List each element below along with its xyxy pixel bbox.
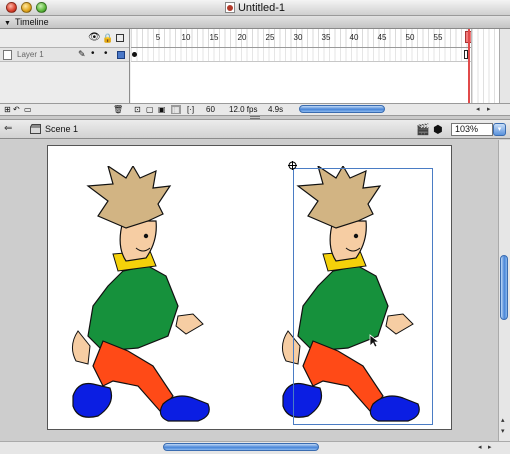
scroll-right-icon[interactable]: ▸ <box>488 443 492 451</box>
onion-skin-icon[interactable]: ▢ <box>146 105 154 114</box>
ruler-tick: 50 <box>405 33 415 42</box>
stage-vertical-scrollbar[interactable]: ▴ ▾ <box>498 140 510 441</box>
ruler-tick: 5 <box>155 33 161 42</box>
current-frame: 60 <box>206 105 215 114</box>
window-title: Untitled-1 <box>237 2 286 14</box>
boy-drawing <box>72 166 210 422</box>
timeline-panel-title: Timeline <box>14 17 49 27</box>
visibility-dot-icon[interactable]: • <box>91 48 95 59</box>
back-arrow-icon[interactable]: ⇐ <box>4 123 12 134</box>
trash-icon[interactable]: 🗑 <box>113 105 123 114</box>
lock-dot-icon[interactable]: • <box>104 48 108 59</box>
ruler-tick: 45 <box>377 33 387 42</box>
ruler-tick: 40 <box>349 33 359 42</box>
layer-frames-row[interactable] <box>131 48 471 62</box>
scene-label: Scene 1 <box>45 124 79 134</box>
frame-rate: 12.0 fps <box>229 105 258 114</box>
flash-document-icon <box>224 2 235 13</box>
edit-scene-icon[interactable]: 🎬 <box>416 123 430 136</box>
timeline-vertical-scrollbar[interactable] <box>499 29 510 103</box>
timeline-status-bar: ⊞ ↶ ▭ 🗑 ⊡ ▢ ▣ ▦ [·] 60 12.0 fps 4.9s ◂ ▸ <box>0 103 510 115</box>
insert-layer-icon[interactable]: ⊞ <box>4 105 11 114</box>
stage[interactable] <box>47 145 452 430</box>
ruler-tick: 55 <box>433 33 443 42</box>
window-title-wrap: Untitled-1 <box>0 2 510 14</box>
scroll-left-icon[interactable]: ◂ <box>478 443 482 451</box>
layers-header: 👁 🔒 <box>0 29 129 48</box>
elapsed-time: 4.9s <box>268 105 284 114</box>
zoom-field[interactable]: 103% <box>451 123 493 136</box>
pencil-icon: ✎ <box>78 49 86 59</box>
layer-outline-color-icon[interactable] <box>117 51 125 59</box>
add-motion-guide-icon[interactable]: ↶ <box>13 105 20 114</box>
frame-ruler[interactable]: 5 10 15 20 25 30 35 40 45 50 55 <box>131 29 471 48</box>
scroll-down-icon[interactable]: ▾ <box>501 427 505 435</box>
eye-icon[interactable]: 👁 <box>88 33 101 43</box>
scene-clapper-icon <box>30 124 41 134</box>
zoom-dropdown-button[interactable]: ▾ <box>493 123 506 136</box>
lock-icon[interactable]: 🔒 <box>102 33 113 43</box>
ruler-tick: 15 <box>209 33 219 42</box>
edit-bar: ⇐ Scene 1 🎬 ⬢ 103% ▾ <box>0 120 510 139</box>
edit-symbols-icon[interactable]: ⬢ <box>433 123 443 136</box>
stage-horizontal-scroll-thumb[interactable] <box>163 443 319 451</box>
layer-name[interactable]: Layer 1 <box>17 50 44 59</box>
registration-point-icon[interactable] <box>288 161 297 170</box>
ruler-tick: 10 <box>181 33 191 42</box>
keyframe-start[interactable] <box>132 52 137 57</box>
stage-vertical-scroll-thumb[interactable] <box>500 255 508 320</box>
layers-column: 👁 🔒 Layer 1 ✎ • • <box>0 29 130 103</box>
insert-folder-icon[interactable]: ▭ <box>24 105 32 114</box>
arrow-cursor-icon <box>369 334 381 348</box>
edit-multiple-frames-icon[interactable]: ▦ <box>171 105 181 114</box>
timeline-horizontal-scroll-thumb[interactable] <box>299 105 385 113</box>
playhead-line <box>468 29 470 103</box>
splitter-grip[interactable] <box>250 116 260 119</box>
ruler-tick: 35 <box>321 33 331 42</box>
onion-outlines-icon[interactable]: ▣ <box>158 105 166 114</box>
window-titlebar: Untitled-1 <box>0 0 510 16</box>
ruler-tick: 20 <box>237 33 247 42</box>
stage-horizontal-scrollbar[interactable]: ◂ ▸ <box>0 441 510 454</box>
frames-overflow-area[interactable] <box>471 29 499 103</box>
selection-bounding-box[interactable] <box>293 168 433 425</box>
stage-scroll-area <box>0 140 498 441</box>
modify-markers-icon[interactable]: [·] <box>187 105 194 114</box>
center-frame-icon[interactable]: ⊡ <box>134 105 141 114</box>
scroll-left-icon[interactable]: ◂ <box>476 105 480 113</box>
outline-icon[interactable] <box>116 34 124 42</box>
character-boy-left[interactable] <box>68 166 228 426</box>
scroll-right-icon[interactable]: ▸ <box>487 105 491 113</box>
layer-row[interactable]: Layer 1 ✎ • • <box>0 48 129 62</box>
timeline-panel: 👁 🔒 Layer 1 ✎ • • 5 10 15 20 25 30 35 40… <box>0 29 510 115</box>
ruler-tick: 25 <box>265 33 275 42</box>
scroll-up-icon[interactable]: ▴ <box>501 416 505 424</box>
layer-page-icon <box>3 50 12 60</box>
frames-grid[interactable]: 5 10 15 20 25 30 35 40 45 50 55 <box>131 29 473 103</box>
timeline-panel-header[interactable]: ▼ Timeline <box>0 16 510 29</box>
ruler-tick: 30 <box>293 33 303 42</box>
